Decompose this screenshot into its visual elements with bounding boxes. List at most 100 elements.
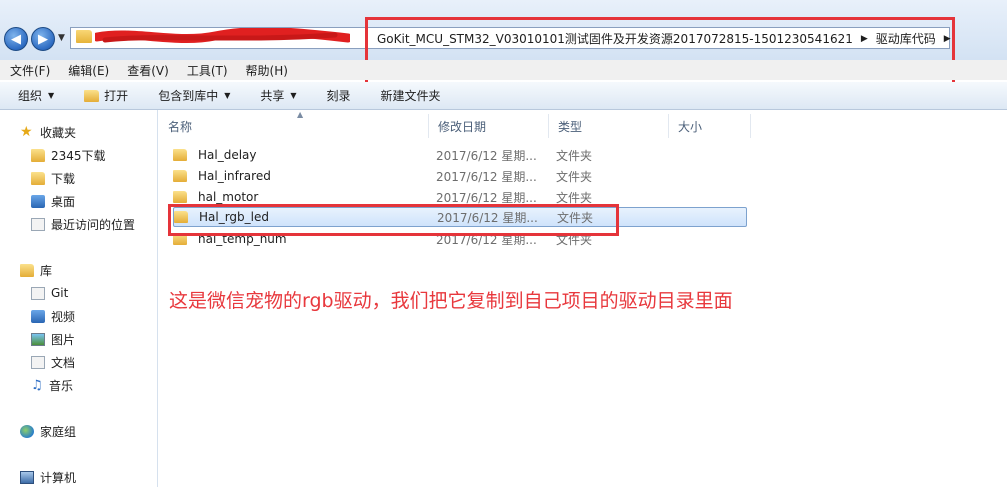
- arrow-left-icon: ◀: [11, 31, 21, 47]
- document-icon: [31, 355, 45, 369]
- chevron-right-icon[interactable]: ▶: [944, 34, 951, 44]
- file-date: 2017/6/12 星期...: [436, 169, 537, 184]
- star-icon: ★: [20, 124, 33, 140]
- folder-icon: [76, 30, 92, 43]
- sidebar-item-music[interactable]: ♫ 音乐: [31, 375, 73, 395]
- homegroup-icon: [20, 424, 34, 438]
- sidebar-item-label: 计算机: [40, 470, 77, 485]
- column-header-date[interactable]: 修改日期: [429, 114, 549, 138]
- menu-file[interactable]: 文件(F): [10, 62, 50, 79]
- menu-bar: 文件(F) 编辑(E) 查看(V) 工具(T) 帮助(H): [0, 60, 1007, 80]
- library-icon: [20, 263, 34, 277]
- sidebar-item-2345-download[interactable]: 2345下载: [31, 145, 106, 165]
- menu-tools[interactable]: 工具(T): [187, 62, 228, 79]
- music-icon: ♫: [31, 377, 43, 393]
- new-folder-button[interactable]: 新建文件夹: [381, 87, 441, 104]
- menu-view[interactable]: 查看(V): [127, 62, 169, 79]
- sidebar-item-favorites[interactable]: ★ 收藏夹: [20, 122, 76, 142]
- file-name: hal_motor: [198, 190, 259, 204]
- sidebar-item-label: 音乐: [49, 378, 74, 393]
- breadcrumb-item[interactable]: GoKit_MCU_STM32_V03010101测试固件及开发资源201707…: [377, 30, 853, 47]
- arrow-right-icon: ▶: [38, 31, 48, 47]
- picture-icon: [31, 332, 45, 346]
- list-item[interactable]: hal_temp_hum 2017/6/12 星期... 文件夹: [173, 229, 747, 249]
- sidebar-item-label: 库: [40, 263, 53, 278]
- new-folder-label: 新建文件夹: [380, 89, 441, 103]
- folder-icon: [173, 149, 187, 161]
- file-name: hal_temp_hum: [198, 232, 287, 246]
- back-button[interactable]: ◀: [4, 27, 28, 51]
- sidebar-item-label: 下载: [51, 171, 76, 186]
- sidebar-item-label: 文档: [51, 355, 76, 370]
- organize-label: 组织: [18, 89, 43, 103]
- menu-help[interactable]: 帮助(H): [246, 62, 288, 79]
- sidebar-item-label: 图片: [51, 332, 76, 347]
- folder-icon: [173, 191, 187, 203]
- column-header-name[interactable]: 名称: [159, 114, 429, 138]
- include-library-button[interactable]: 包含到库中 ▼: [158, 87, 230, 104]
- share-button[interactable]: 共享 ▼: [260, 87, 296, 104]
- navigation-pane: ★ 收藏夹 2345下载 下载 桌面 最近访问的位置 库 Git 视频 图片 文档…: [0, 110, 158, 487]
- file-type: 文件夹: [556, 169, 593, 184]
- history-dropdown-icon[interactable]: ▼: [58, 33, 65, 43]
- file-name: Hal_rgb_led: [199, 210, 270, 224]
- open-folder-icon: [84, 89, 100, 102]
- sidebar-item-label: 2345下载: [51, 148, 106, 163]
- command-bar: 组织 ▼ 打开 包含到库中 ▼ 共享 ▼ 刻录 新建文件夹: [0, 82, 1007, 110]
- burn-button[interactable]: 刻录: [327, 87, 351, 104]
- file-date: 2017/6/12 星期...: [437, 210, 538, 225]
- file-type: 文件夹: [556, 190, 593, 205]
- file-type: 文件夹: [556, 232, 593, 247]
- breadcrumb-item[interactable]: 驱动库代码: [876, 30, 936, 47]
- file-date: 2017/6/12 星期...: [436, 148, 537, 163]
- sidebar-item-desktop[interactable]: 桌面: [31, 191, 75, 211]
- sidebar-item-videos[interactable]: 视频: [31, 306, 75, 326]
- folder-icon: [174, 211, 188, 223]
- sidebar-item-computer[interactable]: 计算机: [20, 467, 76, 487]
- folder-icon: [31, 148, 45, 162]
- caret-down-icon: ▼: [48, 91, 55, 100]
- forward-button[interactable]: ▶: [31, 27, 55, 51]
- computer-icon: [20, 470, 34, 484]
- column-header-size[interactable]: 大小: [669, 114, 751, 138]
- desktop-icon: [31, 194, 45, 208]
- video-icon: [31, 309, 45, 323]
- sidebar-item-pictures[interactable]: 图片: [31, 329, 75, 349]
- sidebar-item-homegroup[interactable]: 家庭组: [20, 421, 76, 441]
- sidebar-item-label: 视频: [51, 309, 76, 324]
- recent-places-icon: [31, 217, 45, 231]
- folder-icon: [173, 233, 187, 245]
- chevron-right-icon[interactable]: ▶: [861, 34, 868, 44]
- breadcrumb: GoKit_MCU_STM32_V03010101测试固件及开发资源201707…: [377, 30, 959, 47]
- download-folder-icon: [31, 171, 45, 185]
- organize-button[interactable]: 组织 ▼: [18, 87, 54, 104]
- list-item[interactable]: Hal_infrared 2017/6/12 星期... 文件夹: [173, 166, 747, 186]
- sidebar-item-label: 最近访问的位置: [51, 217, 136, 232]
- share-label: 共享: [260, 89, 285, 103]
- file-name: Hal_delay: [198, 148, 257, 162]
- caret-down-icon: ▼: [224, 91, 231, 100]
- include-library-label: 包含到库中: [158, 89, 219, 103]
- sidebar-item-label: 家庭组: [40, 424, 77, 439]
- burn-label: 刻录: [326, 89, 351, 103]
- sidebar-item-label: Git: [51, 286, 69, 300]
- sidebar-item-label: 桌面: [51, 194, 76, 209]
- caret-down-icon: ▼: [290, 91, 297, 100]
- sidebar-item-git[interactable]: Git: [31, 283, 68, 303]
- sidebar-item-downloads[interactable]: 下载: [31, 168, 75, 188]
- sidebar-item-label: 收藏夹: [40, 125, 77, 140]
- list-item-selected[interactable]: Hal_rgb_led 2017/6/12 星期... 文件夹: [173, 207, 747, 227]
- list-item[interactable]: hal_motor 2017/6/12 星期... 文件夹: [173, 187, 747, 207]
- open-label: 打开: [104, 89, 129, 103]
- git-library-icon: [31, 286, 45, 300]
- open-button[interactable]: 打开: [84, 87, 128, 104]
- column-headers: 名称 修改日期 类型 大小: [159, 114, 751, 138]
- list-item[interactable]: Hal_delay 2017/6/12 星期... 文件夹: [173, 145, 747, 165]
- sidebar-item-documents[interactable]: 文档: [31, 352, 75, 372]
- annotation-text: 这是微信宠物的rgb驱动，我们把它复制到自己项目的驱动目录里面: [169, 290, 733, 312]
- sidebar-item-libraries[interactable]: 库: [20, 260, 52, 280]
- redaction-scribble: [95, 28, 350, 44]
- menu-edit[interactable]: 编辑(E): [68, 62, 109, 79]
- column-header-type[interactable]: 类型: [549, 114, 669, 138]
- sidebar-item-recent-places[interactable]: 最近访问的位置: [31, 214, 135, 234]
